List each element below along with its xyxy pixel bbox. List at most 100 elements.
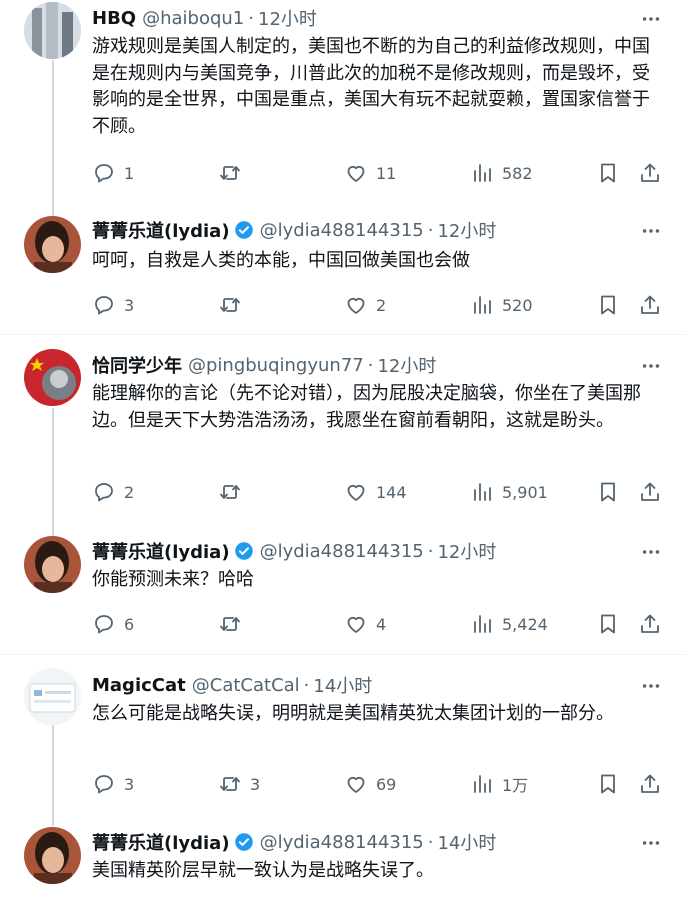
- like-count: 69: [376, 774, 397, 794]
- avatar[interactable]: [24, 827, 81, 884]
- retweet-button[interactable]: [218, 609, 250, 639]
- user-handle[interactable]: @lydia488144315: [260, 541, 424, 562]
- display-name[interactable]: MagicCat: [92, 675, 186, 696]
- views-button[interactable]: 5,901: [470, 477, 548, 507]
- more-icon[interactable]: [640, 541, 662, 563]
- tweet[interactable]: 菁菁乐道(lydia) @lydia488144315 · 14小时 美国精英阶…: [0, 824, 686, 897]
- views-icon: [474, 296, 491, 314]
- display-name[interactable]: 菁菁乐道(lydia): [92, 538, 230, 564]
- like-button[interactable]: 4: [344, 609, 386, 639]
- retweet-button[interactable]: [218, 158, 250, 188]
- display-name[interactable]: HBQ: [92, 8, 136, 29]
- tweet[interactable]: HBQ @haiboqu1 · 12小时 游戏规则是美国人制定的，美国也不断的为…: [0, 0, 686, 200]
- more-icon[interactable]: [640, 355, 662, 377]
- timestamp[interactable]: 12小时: [258, 5, 317, 31]
- avatar[interactable]: [24, 216, 81, 273]
- tweet[interactable]: 菁菁乐道(lydia) @lydia488144315 · 12小时 你能预测未…: [0, 533, 686, 653]
- share-button[interactable]: [638, 609, 662, 639]
- view-count: 520: [502, 295, 533, 315]
- display-name[interactable]: 菁菁乐道(lydia): [92, 829, 230, 855]
- display-name[interactable]: 菁菁乐道(lydia): [92, 217, 230, 243]
- like-button[interactable]: 144: [344, 477, 407, 507]
- reply-button[interactable]: 3: [92, 290, 134, 320]
- share-icon: [641, 614, 659, 633]
- user-handle[interactable]: @lydia488144315: [260, 220, 424, 241]
- reply-icon: [95, 775, 113, 794]
- timestamp[interactable]: 12小时: [437, 538, 496, 564]
- reply-count: 2: [124, 482, 135, 502]
- heart-icon: [347, 165, 365, 182]
- view-count: 1万: [502, 776, 529, 795]
- bookmark-icon: [601, 482, 615, 502]
- views-icon: [474, 775, 491, 793]
- user-handle[interactable]: @CatCatCal: [192, 675, 300, 696]
- retweet-icon: [220, 298, 240, 312]
- bookmark-button[interactable]: [596, 769, 620, 799]
- bookmark-button[interactable]: [596, 477, 620, 507]
- share-button[interactable]: [638, 477, 662, 507]
- bookmark-icon: [601, 163, 615, 183]
- share-icon: [641, 295, 659, 314]
- retweet-button[interactable]: [218, 477, 250, 507]
- avatar[interactable]: [24, 536, 81, 593]
- separator-dot: ·: [427, 540, 434, 562]
- more-icon[interactable]: [640, 675, 662, 697]
- tweet[interactable]: MagicCat @CatCatCal · 14小时 怎么可能是战略失误，明明就…: [0, 665, 686, 810]
- user-handle[interactable]: @pingbuqingyun77: [188, 355, 364, 376]
- like-button[interactable]: 69: [344, 769, 396, 799]
- retweet-icon: [220, 166, 240, 180]
- like-button[interactable]: 11: [344, 158, 396, 188]
- bookmark-icon: [601, 614, 615, 634]
- reply-button[interactable]: 6: [92, 609, 134, 639]
- retweet-button[interactable]: [218, 290, 250, 320]
- heart-icon: [347, 776, 365, 793]
- views-button[interactable]: 582: [470, 158, 533, 188]
- reply-count: 3: [124, 774, 135, 794]
- timestamp[interactable]: 12小时: [437, 217, 496, 243]
- views-button[interactable]: 1万: [470, 769, 528, 799]
- more-icon[interactable]: [640, 8, 662, 30]
- timestamp[interactable]: 14小时: [313, 672, 372, 698]
- tweet-text: 能理解你的言论（先不论对错），因为屁股决定脑袋，你坐在了美国那边。但是天下大势浩…: [92, 383, 641, 431]
- separator-dot: ·: [303, 674, 310, 696]
- share-button[interactable]: [638, 769, 662, 799]
- timestamp[interactable]: 12小时: [377, 352, 436, 378]
- tweet-text: 呵呵，自救是人类的本能，中国回做美国也会做: [92, 250, 470, 271]
- views-icon: [474, 164, 491, 182]
- verified-badge-icon: [234, 221, 253, 239]
- like-count: 4: [376, 614, 387, 634]
- like-count: 11: [376, 163, 397, 183]
- conversation-divider: [0, 654, 686, 655]
- like-count: 144: [376, 482, 407, 502]
- action-bar: 3 3 69 1万: [92, 769, 672, 799]
- heart-icon: [347, 484, 365, 501]
- views-button[interactable]: 5,424: [470, 609, 548, 639]
- user-handle[interactable]: @lydia488144315: [260, 832, 424, 853]
- reply-button[interactable]: 2: [92, 477, 134, 507]
- retweet-count: 3: [250, 774, 261, 794]
- tweet-text: 美国精英阶层早就一致认为是战略失误了。: [92, 860, 434, 881]
- display-name[interactable]: 恰同学少年: [92, 352, 182, 378]
- action-bar: 6 4 5,424: [92, 609, 672, 639]
- views-button[interactable]: 520: [470, 290, 533, 320]
- tweet[interactable]: 恰同学少年 @pingbuqingyun77 · 12小时 能理解你的言论（先不…: [0, 345, 686, 520]
- share-button[interactable]: [638, 290, 662, 320]
- bookmark-button[interactable]: [596, 158, 620, 188]
- like-count: 2: [376, 295, 387, 315]
- avatar[interactable]: [24, 2, 81, 59]
- share-button[interactable]: [638, 158, 662, 188]
- more-icon[interactable]: [640, 220, 662, 242]
- timestamp[interactable]: 14小时: [437, 829, 496, 855]
- reply-button[interactable]: 1: [92, 158, 134, 188]
- user-handle[interactable]: @haiboqu1: [142, 8, 244, 29]
- avatar[interactable]: [24, 349, 81, 406]
- bookmark-button[interactable]: [596, 609, 620, 639]
- avatar[interactable]: [24, 668, 81, 725]
- like-button[interactable]: 2: [344, 290, 386, 320]
- retweet-button[interactable]: 3: [218, 769, 260, 799]
- tweet[interactable]: 菁菁乐道(lydia) @lydia488144315 · 12小时 呵呵，自救…: [0, 214, 686, 334]
- more-icon[interactable]: [640, 832, 662, 854]
- bookmark-button[interactable]: [596, 290, 620, 320]
- reply-button[interactable]: 3: [92, 769, 134, 799]
- view-count: 5,901: [502, 482, 548, 502]
